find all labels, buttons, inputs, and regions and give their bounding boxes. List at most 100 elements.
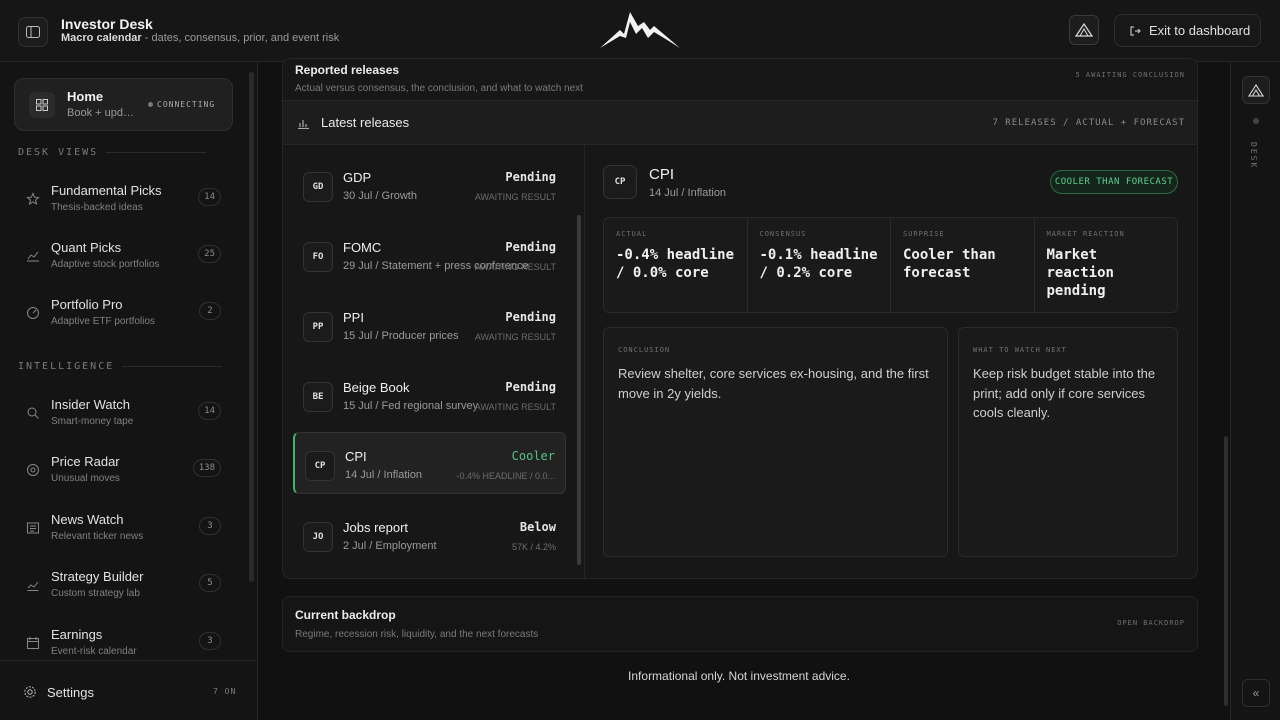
- metric-consensus: CONSENSUS -0.1% headline / 0.2% core: [747, 218, 891, 312]
- release-note: AWAITING RESULT: [474, 192, 556, 202]
- release-item-cpi[interactable]: CP CPI 14 Jul / Inflation Cooler -0.4% H…: [293, 432, 566, 494]
- exit-label: Exit to dashboard: [1149, 23, 1251, 38]
- collapse-rail-button[interactable]: «: [1242, 679, 1270, 707]
- sidebar-item-strategy-builder[interactable]: Strategy Builder Custom strategy lab 5: [14, 566, 233, 612]
- app-subtitle: Macro calendar - dates, consensus, prior…: [61, 32, 340, 44]
- conclusion-card: CONCLUSION Review shelter, core services…: [603, 327, 948, 557]
- count-badge: 3: [199, 517, 221, 535]
- release-status: Below: [519, 520, 556, 534]
- release-item-jobs-report[interactable]: JO Jobs report 2 Jul / Employment Below …: [293, 504, 566, 566]
- mountain-icon: [1248, 83, 1264, 97]
- count-badge: 14: [198, 402, 221, 420]
- release-date: 30 Jul / Growth: [343, 190, 417, 202]
- metric-actual: ACTUAL -0.4% headline / 0.0% core: [604, 218, 748, 312]
- count-badge: 3: [199, 632, 221, 650]
- rail-status-dot: [1253, 118, 1259, 124]
- reported-subtitle: Actual versus consensus, the conclusion,…: [295, 83, 583, 94]
- settings-button[interactable]: Settings 7 ON: [0, 660, 258, 720]
- release-item-gdp[interactable]: GD GDP 30 Jul / Growth Pending AWAITING …: [293, 154, 566, 216]
- home-title: Home: [67, 89, 104, 104]
- settings-count: 7 ON: [213, 687, 237, 696]
- app-title: Investor Desk: [61, 16, 153, 32]
- exit-icon: [1130, 25, 1141, 36]
- current-backdrop-panel[interactable]: Current backdrop Regime, recession risk,…: [282, 596, 1198, 652]
- release-name: CPI: [345, 449, 367, 464]
- top-bar: Investor Desk Macro calendar - dates, co…: [0, 0, 1280, 62]
- sidebar-scrollbar[interactable]: [249, 72, 254, 582]
- release-note: -0.4% HEADLINE / 0.0...: [456, 471, 555, 481]
- release-status: Pending: [505, 380, 556, 394]
- count-badge: 138: [192, 459, 221, 477]
- exit-to-dashboard-button[interactable]: Exit to dashboard: [1114, 14, 1261, 47]
- latest-releases-header: Latest releases 7 RELEASES / ACTUAL + FO…: [283, 100, 1197, 145]
- release-date: 2 Jul / Employment: [343, 540, 437, 552]
- sidebar-item-fundamental-picks[interactable]: Fundamental Picks Thesis-backed ideas 14: [14, 180, 233, 226]
- release-date: 15 Jul / Producer prices: [343, 330, 459, 342]
- release-list: GD GDP 30 Jul / Growth Pending AWAITING …: [283, 145, 585, 578]
- conclusion-label: CONCLUSION: [618, 346, 671, 354]
- magnifier-icon: [27, 407, 39, 419]
- bar-chart-icon: [298, 120, 309, 129]
- release-name: Jobs report: [343, 520, 409, 535]
- open-backdrop-link[interactable]: OPEN BACKDROP: [1117, 619, 1185, 627]
- sidebar-item-portfolio-pro[interactable]: Portfolio Pro Adaptive ETF portfolios 2: [14, 294, 233, 340]
- count-badge: 5: [199, 574, 221, 592]
- backdrop-title: Current backdrop: [295, 608, 396, 622]
- newspaper-icon: [27, 522, 39, 534]
- release-badge: FO: [303, 242, 333, 272]
- release-badge: JO: [303, 522, 333, 552]
- release-item-ppi[interactable]: PP PPI 15 Jul / Producer prices Pending …: [293, 294, 566, 356]
- release-item-beige-book[interactable]: BE Beige Book 15 Jul / Fed regional surv…: [293, 364, 566, 426]
- calendar-icon: [27, 637, 39, 649]
- right-rail: DESK «: [1230, 62, 1280, 720]
- star-icon: [26, 192, 40, 206]
- release-badge: PP: [303, 312, 333, 342]
- release-detail: CP CPI 14 Jul / Inflation COOLER THAN FO…: [585, 145, 1197, 578]
- metric-market-reaction: MARKET REACTION Market reaction pending: [1034, 218, 1177, 312]
- release-badge: CP: [305, 451, 335, 481]
- sidebar-item-price-radar[interactable]: Price Radar Unusual moves 138: [14, 451, 233, 497]
- mountain-logo-icon[interactable]: [598, 8, 682, 54]
- main-content: Reported releases Actual versus consensu…: [258, 58, 1230, 720]
- watch-next-card: WHAT TO WATCH NEXT Keep risk budget stab…: [958, 327, 1178, 557]
- section-intelligence: INTELLIGENCE: [18, 361, 223, 372]
- gear-icon: [24, 686, 36, 698]
- awaiting-conclusion-count: 5 AWAITING CONCLUSION: [1075, 71, 1185, 79]
- reported-title: Reported releases: [295, 63, 400, 77]
- release-item-fomc[interactable]: FO FOMC 29 Jul / Statement + press confe…: [293, 224, 566, 286]
- sidebar-home[interactable]: Home Book + upd… CONNECTING: [14, 78, 233, 131]
- detail-date: 14 Jul / Inflation: [649, 187, 727, 199]
- rail-logo-button[interactable]: [1242, 76, 1270, 104]
- disclaimer: Informational only. Not investment advic…: [628, 669, 850, 683]
- main-scrollbar[interactable]: [1224, 436, 1228, 706]
- sidebar-item-news-watch[interactable]: News Watch Relevant ticker news 3: [14, 509, 233, 555]
- profile-button[interactable]: [1069, 15, 1099, 45]
- watch-next-label: WHAT TO WATCH NEXT: [973, 346, 1067, 354]
- trend-icon: [27, 251, 39, 262]
- detail-badge: CP: [603, 165, 637, 199]
- sidebar-toggle-button[interactable]: [18, 17, 48, 47]
- release-badge: BE: [303, 382, 333, 412]
- latest-releases-title: Latest releases: [321, 115, 410, 130]
- backdrop-subtitle: Regime, recession risk, liquidity, and t…: [295, 629, 539, 640]
- release-note: 57K / 4.2%: [511, 542, 556, 552]
- grid-icon: [29, 92, 55, 118]
- release-list-scrollbar[interactable]: [577, 215, 581, 565]
- release-name: Beige Book: [343, 380, 410, 395]
- release-note: AWAITING RESULT: [474, 402, 556, 412]
- release-note: AWAITING RESULT: [474, 332, 556, 342]
- release-status: Pending: [505, 170, 556, 184]
- metric-surprise: SURPRISE Cooler than forecast: [891, 218, 1035, 312]
- release-status: Pending: [505, 310, 556, 324]
- section-desk-views: DESK VIEWS: [18, 147, 207, 158]
- release-name: FOMC: [343, 240, 382, 255]
- double-chevron-left-icon: «: [1252, 686, 1260, 700]
- status-dot-icon: [148, 102, 153, 107]
- watch-next-text: Keep risk budget stable into the print; …: [973, 366, 1156, 420]
- release-date: 14 Jul / Inflation: [345, 469, 423, 481]
- count-badge: 2: [199, 302, 221, 320]
- release-badge: GD: [303, 172, 333, 202]
- sidebar-item-insider-watch[interactable]: Insider Watch Smart-money tape 14: [14, 394, 233, 440]
- releases-summary: 7 RELEASES / ACTUAL + FORECAST: [992, 118, 1185, 128]
- sidebar-item-quant-picks[interactable]: Quant Picks Adaptive stock portfolios 25: [14, 237, 233, 283]
